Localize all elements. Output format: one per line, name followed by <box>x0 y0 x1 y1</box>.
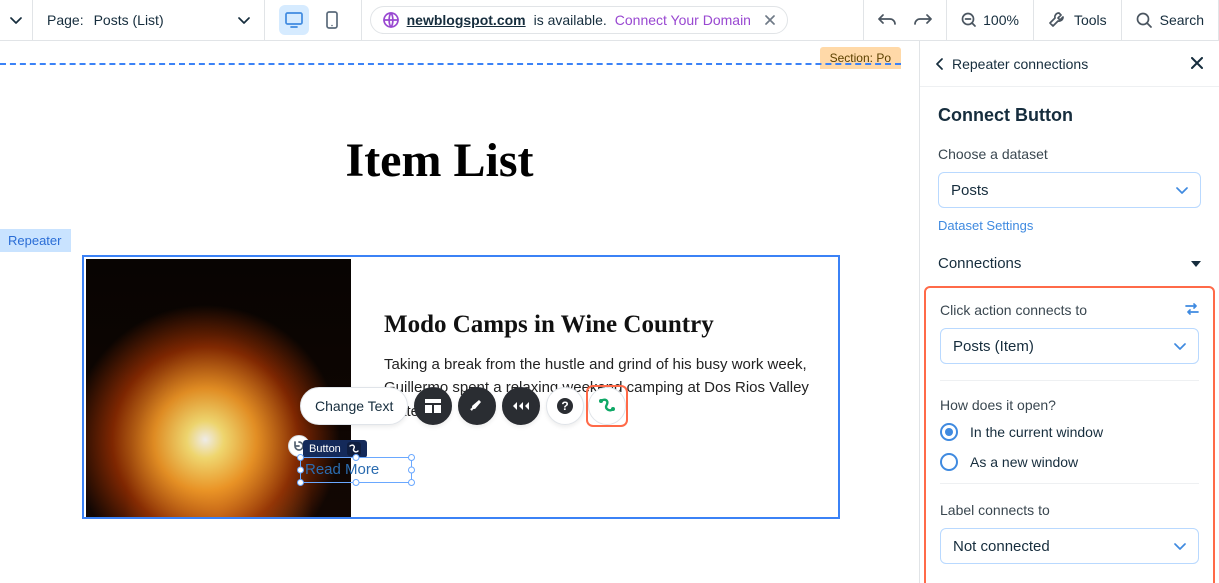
tools-button[interactable]: Tools <box>1034 0 1122 40</box>
label-connects-select[interactable]: Not connected <box>940 528 1199 564</box>
topbar: Page: Posts (List) newblogspot.com is av… <box>0 0 1219 41</box>
panel-back-button[interactable]: Repeater connections <box>936 56 1088 72</box>
layout-icon <box>425 399 441 413</box>
animation-icon <box>513 400 529 412</box>
divider <box>940 380 1199 381</box>
swap-icon[interactable] <box>1185 302 1199 318</box>
click-action-select[interactable]: Posts (Item) <box>940 328 1199 364</box>
redo-button[interactable] <box>914 12 932 28</box>
connect-data-icon <box>598 397 616 415</box>
resize-handle[interactable] <box>408 467 415 474</box>
divider <box>940 483 1199 484</box>
chevron-down-icon <box>10 17 22 24</box>
panel-header: Repeater connections <box>920 41 1219 87</box>
chevron-down-icon <box>1176 187 1188 195</box>
svg-text:?: ? <box>562 399 569 413</box>
panel-back-label: Repeater connections <box>952 56 1088 72</box>
open-mode-label: How does it open? <box>940 397 1199 413</box>
read-more-text: Read More <box>305 461 379 478</box>
resize-handle[interactable] <box>408 479 415 486</box>
design-button[interactable] <box>458 387 496 425</box>
topbar-caret-cell[interactable] <box>0 0 33 40</box>
zoom-out-icon <box>961 12 977 28</box>
zoom-control[interactable]: 100% <box>947 0 1034 40</box>
search-button[interactable]: Search <box>1122 0 1219 40</box>
read-more-button[interactable]: Read More <box>300 457 412 483</box>
redo-icon <box>914 12 932 28</box>
device-desktop-button[interactable] <box>279 5 309 35</box>
dataset-select-value: Posts <box>951 182 989 199</box>
chevron-down-icon <box>1174 343 1186 351</box>
page-value: Posts (List) <box>94 12 164 28</box>
connect-data-highlight <box>586 385 628 427</box>
help-button[interactable]: ? <box>546 387 584 425</box>
undo-icon <box>878 12 896 28</box>
editor-canvas[interactable]: Section: Po Item List Repeater Modo Camp… <box>0 41 919 583</box>
resize-handle[interactable] <box>353 454 360 461</box>
mobile-icon <box>326 11 338 29</box>
search-icon <box>1136 12 1152 28</box>
topbar-spacer <box>796 0 864 40</box>
open-new-window-option[interactable]: As a new window <box>940 453 1199 471</box>
connect-panel: Repeater connections Connect Button Choo… <box>919 41 1219 583</box>
section-tag[interactable]: Section: Po <box>820 47 901 69</box>
resize-handle[interactable] <box>297 467 304 474</box>
panel-title: Connect Button <box>938 105 1201 126</box>
choose-dataset-label: Choose a dataset <box>938 146 1201 162</box>
element-toolbar: Change Text ? <box>300 387 628 425</box>
device-switch <box>265 0 362 40</box>
section-boundary <box>0 63 901 65</box>
help-icon: ? <box>556 397 574 415</box>
page-label: Page: <box>47 12 84 28</box>
page-heading[interactable]: Item List <box>0 133 879 188</box>
click-action-value: Posts (Item) <box>953 338 1034 355</box>
globe-icon <box>383 12 399 28</box>
brush-icon <box>470 399 484 413</box>
dataset-settings-link[interactable]: Dataset Settings <box>938 218 1033 233</box>
connect-data-button[interactable] <box>588 387 626 425</box>
chevron-left-icon <box>936 58 944 70</box>
tools-label: Tools <box>1074 12 1107 28</box>
close-icon <box>1191 57 1203 69</box>
element-type-label: Button <box>309 443 341 455</box>
connections-section-header[interactable]: Connections <box>938 255 1201 272</box>
animation-button[interactable] <box>502 387 540 425</box>
radio-checked-icon <box>940 423 958 441</box>
domain-status-pill[interactable]: newblogspot.com is available. Connect Yo… <box>370 6 788 34</box>
open-current-label: In the current window <box>970 424 1103 440</box>
resize-handle[interactable] <box>297 479 304 486</box>
tools-icon <box>1048 11 1066 29</box>
undo-button[interactable] <box>878 12 896 28</box>
device-mobile-button[interactable] <box>317 5 347 35</box>
click-action-label: Click action connects to <box>940 302 1087 318</box>
open-new-label: As a new window <box>970 454 1078 470</box>
connect-domain-link[interactable]: Connect Your Domain <box>615 12 751 28</box>
desktop-icon <box>285 12 303 28</box>
caret-down-icon <box>1191 261 1201 267</box>
open-current-window-option[interactable]: In the current window <box>940 423 1199 441</box>
repeater-tag[interactable]: Repeater <box>0 229 71 252</box>
card-title[interactable]: Modo Camps in Wine Country <box>384 311 818 339</box>
domain-hostname: newblogspot.com <box>407 12 526 28</box>
dataset-select[interactable]: Posts <box>938 172 1201 208</box>
click-action-section: Click action connects to Posts (Item) Ho… <box>924 286 1215 583</box>
panel-close-button[interactable] <box>1191 56 1203 72</box>
resize-handle[interactable] <box>353 479 360 486</box>
chevron-down-icon <box>238 17 250 24</box>
label-connects-label: Label connects to <box>940 502 1199 518</box>
label-connects-value: Not connected <box>953 538 1050 555</box>
undo-redo-group <box>864 0 947 40</box>
zoom-value: 100% <box>983 12 1019 28</box>
radio-unchecked-icon <box>940 453 958 471</box>
resize-handle[interactable] <box>408 454 415 461</box>
change-text-button[interactable]: Change Text <box>300 387 408 425</box>
close-icon[interactable] <box>765 15 775 25</box>
domain-availability: is available. <box>534 12 607 28</box>
chevron-down-icon <box>1174 543 1186 551</box>
resize-handle[interactable] <box>297 454 304 461</box>
connections-heading: Connections <box>938 255 1021 272</box>
layout-button[interactable] <box>414 387 452 425</box>
search-label: Search <box>1160 12 1204 28</box>
page-selector[interactable]: Page: Posts (List) <box>33 0 265 40</box>
